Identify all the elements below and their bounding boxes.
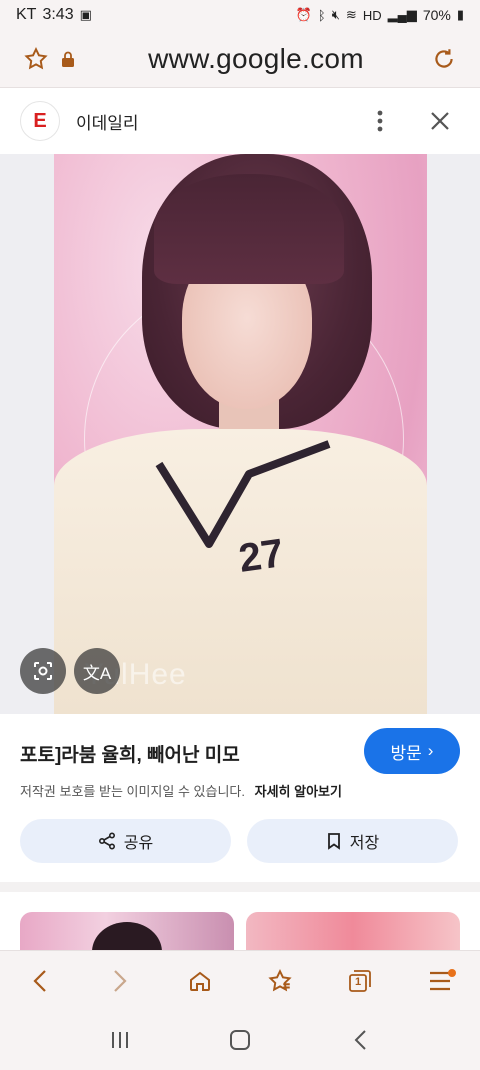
related-image-thumbnail[interactable] <box>246 912 460 950</box>
home-button[interactable] <box>178 959 222 1003</box>
image-details-panel: 포토]라붐 율희, 빼어난 미모 방문 › 저작권 보호를 받는 이미지일 수 … <box>0 714 480 882</box>
translate-icon: 文A <box>82 663 112 683</box>
image-title[interactable]: 포토]라붐 율희, 빼어난 미모 <box>20 740 240 767</box>
lock-icon[interactable] <box>52 43 84 75</box>
share-button[interactable]: 공유 <box>20 819 231 863</box>
home-icon <box>190 971 210 991</box>
save-label: 저장 <box>349 835 380 852</box>
chevron-right-icon: › <box>427 741 434 760</box>
notification-dot <box>448 968 456 977</box>
back-arrow-icon <box>33 969 46 992</box>
menu-button[interactable] <box>418 959 462 1003</box>
reload-icon[interactable] <box>428 43 460 75</box>
tabs-button[interactable]: 1 <box>338 959 382 1003</box>
copyright-text: 저작권 보호를 받는 이미지일 수 있습니다. <box>20 784 245 799</box>
source-row: E 이데일리 <box>0 88 480 154</box>
url-text[interactable]: www.google.com <box>84 43 428 75</box>
bookmark-icon <box>327 833 340 850</box>
tabs-count: 1 <box>355 975 362 988</box>
bookmarks-star-icon <box>268 968 292 991</box>
system-nav-bar <box>0 1010 480 1070</box>
copyright-notice: 저작권 보호를 받는 이미지일 수 있습니다. 자세히 알아보기 <box>20 781 342 800</box>
related-images <box>0 892 480 950</box>
wifi-icon: ≋ <box>345 7 357 22</box>
more-options-icon[interactable] <box>360 101 400 141</box>
visit-label: 방문 <box>390 743 422 763</box>
share-icon <box>98 832 115 850</box>
forward-arrow-icon <box>114 969 127 992</box>
share-label: 공유 <box>123 835 154 852</box>
url-bar: www.google.com <box>0 30 480 88</box>
learn-more-link[interactable]: 자세히 알아보기 <box>255 784 342 799</box>
signal-icon: ▂▄▆ <box>387 7 417 22</box>
save-button[interactable]: 저장 <box>247 819 458 863</box>
bookmark-star-icon[interactable] <box>20 43 52 75</box>
source-logo[interactable]: E <box>20 101 60 141</box>
thumbnail-figure <box>92 922 162 950</box>
bookmarks-button[interactable] <box>258 959 302 1003</box>
battery-icon: ▮ <box>456 7 464 22</box>
source-name[interactable]: 이데일리 <box>76 109 139 134</box>
visit-button[interactable]: 방문 › <box>364 728 460 774</box>
forward-button[interactable] <box>98 959 142 1003</box>
jersey-number: 27 <box>236 531 287 581</box>
bluetooth-icon: ᛒ <box>317 7 326 23</box>
preview-image[interactable]: 27 YulHee <box>54 154 427 714</box>
back-system-button[interactable] <box>338 1018 382 1062</box>
hd-icon: HD <box>362 7 382 23</box>
gallery-notification-icon: ▣ <box>79 7 92 22</box>
close-icon[interactable] <box>420 101 460 141</box>
browser-bottom-nav: 1 <box>0 950 480 1010</box>
home-square-icon <box>230 1030 250 1050</box>
time-label: 3:43 <box>42 6 74 23</box>
mute-icon: 🔇︎ <box>331 7 340 22</box>
image-preview-area: 27 YulHee 文A <box>0 154 480 714</box>
carrier-label: KT <box>16 6 37 23</box>
translate-button[interactable]: 文A <box>74 648 120 694</box>
status-bar: KT 3:43 ▣ ⏰ ᛒ 🔇︎ ≋ HD ▂▄▆ 70% ▮ <box>0 0 480 30</box>
back-system-icon <box>354 1030 366 1050</box>
related-image-thumbnail[interactable] <box>20 912 234 950</box>
home-system-button[interactable] <box>218 1018 262 1062</box>
lens-search-button[interactable] <box>20 648 66 694</box>
battery-percent: 70% <box>422 7 451 23</box>
recent-apps-button[interactable] <box>98 1018 142 1062</box>
recent-apps-icon <box>112 1032 128 1048</box>
bangs-shape <box>154 174 344 284</box>
alarm-icon: ⏰ <box>295 7 312 22</box>
back-button[interactable] <box>18 959 62 1003</box>
